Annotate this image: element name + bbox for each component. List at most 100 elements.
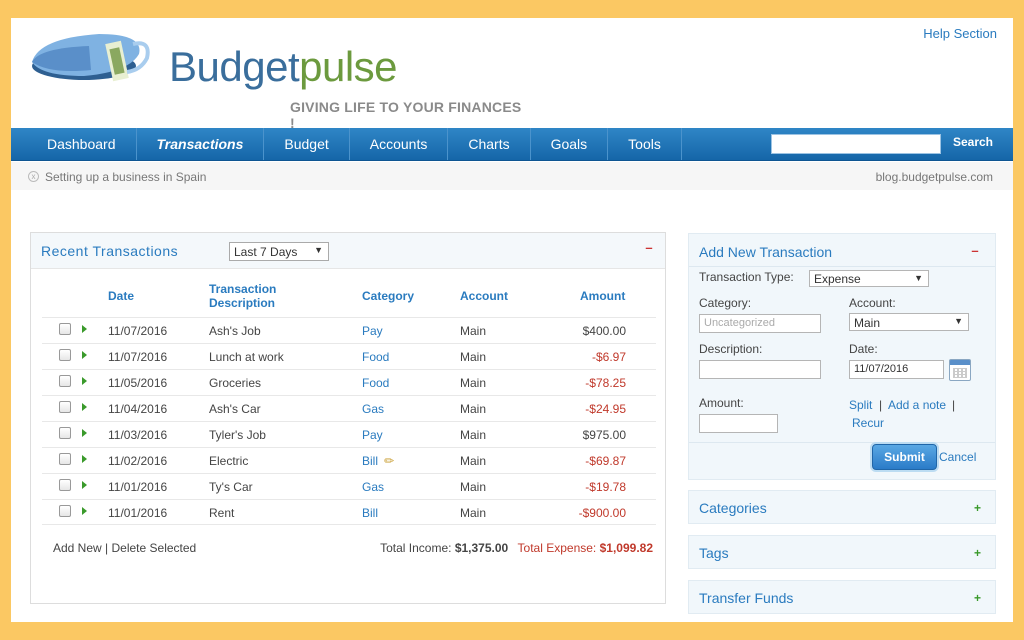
- pie-logo-icon: [32, 34, 150, 82]
- row-amount: -$900.00: [578, 506, 626, 520]
- table-row[interactable]: 11/03/2016 Tyler's Job Pay Main $975.00: [42, 421, 656, 447]
- column-date[interactable]: Date: [108, 289, 134, 303]
- column-description-line1: Transaction: [209, 282, 277, 296]
- expand-arrow-icon[interactable]: [82, 429, 87, 437]
- search-input[interactable]: [771, 134, 941, 154]
- add-note-link[interactable]: Add a note: [888, 398, 946, 412]
- row-category[interactable]: Gas: [362, 402, 384, 416]
- nav-goals[interactable]: Goals: [531, 128, 609, 160]
- nav-accounts[interactable]: Accounts: [350, 128, 449, 160]
- expand-arrow-icon[interactable]: [82, 455, 87, 463]
- nav-dashboard[interactable]: Dashboard: [11, 128, 137, 160]
- tags-box[interactable]: Tags +: [688, 535, 996, 569]
- column-category[interactable]: Category: [362, 289, 414, 303]
- date-field[interactable]: 11/07/2016: [849, 360, 944, 379]
- table-row[interactable]: 11/01/2016 Ty's Car Gas Main -$19.78: [42, 473, 656, 499]
- categories-title: Categories: [699, 500, 767, 516]
- row-account: Main: [460, 480, 487, 494]
- expand-arrow-icon[interactable]: [82, 325, 87, 333]
- row-date: 11/04/2016: [108, 402, 168, 416]
- row-checkbox[interactable]: [59, 453, 71, 465]
- add-new-link[interactable]: Add New: [53, 541, 102, 555]
- amount-field[interactable]: [699, 414, 778, 433]
- row-checkbox[interactable]: [59, 401, 71, 413]
- row-checkbox[interactable]: [59, 375, 71, 387]
- description-field[interactable]: [699, 360, 821, 379]
- column-description[interactable]: Transaction Description: [209, 282, 276, 310]
- logo[interactable]: Budgetpulse GIVING LIFE TO YOUR FINANCES…: [29, 24, 529, 131]
- row-category[interactable]: Pay: [362, 428, 383, 442]
- nav-charts[interactable]: Charts: [448, 128, 531, 160]
- table-row[interactable]: 11/02/2016 Electric Bill ✏ Main -$69.87: [42, 447, 656, 473]
- table-row[interactable]: 11/07/2016 Ash's Job Pay Main $400.00: [42, 317, 656, 343]
- row-date: 11/07/2016: [108, 324, 168, 338]
- collapse-recent-button[interactable]: –: [641, 241, 657, 257]
- table-row[interactable]: 11/05/2016 Groceries Food Main -$78.25: [42, 369, 656, 395]
- transfer-funds-box[interactable]: Transfer Funds +: [688, 580, 996, 614]
- row-checkbox[interactable]: [59, 349, 71, 361]
- collapse-add-button[interactable]: –: [967, 244, 983, 260]
- categories-box[interactable]: Categories +: [688, 490, 996, 524]
- recur-link[interactable]: Recur: [852, 416, 884, 430]
- transaction-type-select[interactable]: Expense ▼: [809, 270, 929, 287]
- row-description: Tyler's Job: [209, 428, 266, 442]
- expand-arrow-icon[interactable]: [82, 507, 87, 515]
- row-amount: $400.00: [582, 324, 626, 338]
- column-amount[interactable]: Amount: [580, 289, 625, 303]
- account-select[interactable]: Main ▼: [849, 313, 969, 331]
- page: Help Section Budgetpulse GIVING LIFE TO …: [11, 18, 1013, 622]
- transaction-type-value: Expense: [814, 272, 861, 286]
- row-account: Main: [460, 376, 487, 390]
- expand-plus-icon[interactable]: +: [974, 547, 981, 559]
- table-row[interactable]: 11/04/2016 Ash's Car Gas Main -$24.95: [42, 395, 656, 421]
- news-ticker: x Setting up a business in Spain blog.bu…: [11, 162, 1013, 190]
- search-button[interactable]: Search: [953, 135, 993, 149]
- calendar-icon[interactable]: [949, 359, 971, 381]
- nav-transactions[interactable]: Transactions: [137, 128, 265, 160]
- chevron-down-icon: ▼: [914, 273, 923, 283]
- row-account: Main: [460, 324, 487, 338]
- row-description: Groceries: [209, 376, 262, 390]
- split-link[interactable]: Split: [849, 398, 872, 412]
- pencil-edit-icon[interactable]: ✏: [384, 454, 394, 468]
- expand-arrow-icon[interactable]: [82, 377, 87, 385]
- row-description: Rent: [209, 506, 235, 520]
- column-account[interactable]: Account: [460, 289, 508, 303]
- period-select[interactable]: Last 7 Days ▼: [229, 242, 329, 261]
- ticker-news-link[interactable]: Setting up a business in Spain: [45, 170, 206, 184]
- footer-separator: |: [101, 541, 112, 555]
- nav-budget[interactable]: Budget: [264, 128, 350, 160]
- row-checkbox[interactable]: [59, 427, 71, 439]
- row-category[interactable]: Bill: [362, 506, 378, 520]
- expand-plus-icon[interactable]: +: [974, 502, 981, 514]
- expand-plus-icon[interactable]: +: [974, 592, 981, 604]
- add-transaction-title: Add New Transaction: [699, 244, 833, 260]
- row-category[interactable]: Bill: [362, 454, 378, 468]
- row-category[interactable]: Food: [362, 350, 389, 364]
- total-income-label: Total Income:: [380, 541, 452, 555]
- delete-selected-link[interactable]: Delete Selected: [112, 541, 197, 555]
- nav-tools[interactable]: Tools: [608, 128, 682, 160]
- cancel-link[interactable]: Cancel: [939, 450, 976, 464]
- brand-name: Budgetpulse: [169, 43, 398, 90]
- expand-arrow-icon[interactable]: [82, 403, 87, 411]
- help-section-link[interactable]: Help Section: [923, 26, 997, 41]
- footer-links: Add New | Delete Selected: [53, 541, 196, 555]
- row-checkbox[interactable]: [59, 505, 71, 517]
- expand-arrow-icon[interactable]: [82, 351, 87, 359]
- row-category[interactable]: Gas: [362, 480, 384, 494]
- row-category[interactable]: Food: [362, 376, 389, 390]
- blog-link[interactable]: blog.budgetpulse.com: [876, 170, 993, 184]
- row-checkbox[interactable]: [59, 479, 71, 491]
- submit-button[interactable]: Submit: [872, 444, 937, 470]
- recent-transactions-title: Recent Transactions: [41, 243, 179, 259]
- row-checkbox[interactable]: [59, 323, 71, 335]
- table-row[interactable]: 11/01/2016 Rent Bill Main -$900.00: [42, 499, 656, 525]
- row-description: Ash's Job: [209, 324, 261, 338]
- row-category[interactable]: Pay: [362, 324, 383, 338]
- category-field[interactable]: Uncategorized: [699, 314, 821, 333]
- table-row[interactable]: 11/07/2016 Lunch at work Food Main -$6.9…: [42, 343, 656, 369]
- totals: Total Income: $1,375.00 Total Expense: $…: [380, 541, 653, 555]
- close-icon[interactable]: x: [28, 171, 39, 182]
- expand-arrow-icon[interactable]: [82, 481, 87, 489]
